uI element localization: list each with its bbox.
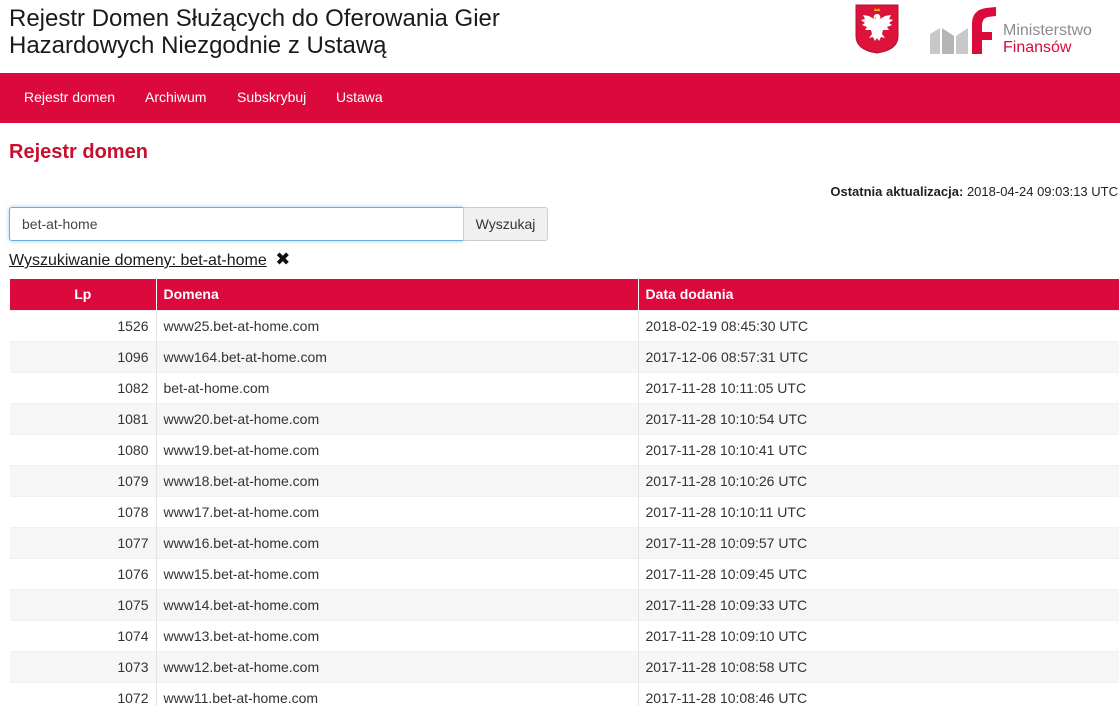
cell-date: 2017-11-28 10:11:05 UTC: [637, 371, 1119, 403]
cell-domain: www15.bet-at-home.com: [155, 557, 638, 589]
nav-item-rejestr-domen[interactable]: Rejestr domen: [24, 89, 115, 105]
cell-lp: 1077: [10, 526, 156, 558]
cell-domain: www16.bet-at-home.com: [155, 526, 638, 558]
ministry-logo: Ministerstwo Finansów: [928, 6, 1108, 56]
cell-domain: www20.bet-at-home.com: [155, 402, 638, 434]
table-row: 1076 www15.bet-at-home.com 2017-11-28 10:0…: [10, 557, 1119, 589]
cell-date: 2018-02-19 08:45:30 UTC: [637, 309, 1119, 341]
cell-date: 2017-11-28 10:09:33 UTC: [637, 588, 1119, 620]
cell-date: 2017-11-28 10:09:57 UTC: [637, 526, 1119, 558]
cell-domain: www25.bet-at-home.com: [155, 309, 638, 341]
cell-date: 2017-11-28 10:10:41 UTC: [637, 433, 1119, 465]
ministry-name-line-1: Ministerstwo: [1003, 22, 1092, 39]
cell-date: 2017-11-28 10:10:26 UTC: [637, 464, 1119, 496]
cell-domain: www13.bet-at-home.com: [155, 619, 638, 651]
cell-date: 2017-11-28 10:10:11 UTC: [637, 495, 1119, 527]
cell-date: 2017-11-28 10:08:58 UTC: [637, 650, 1119, 682]
last-update-value: 2018-04-24 09:03:13 UTC: [966, 184, 1118, 199]
cell-lp: 1096: [10, 340, 156, 372]
table-header-row: Lp Domena Data dodania: [10, 279, 1119, 310]
table-body: 1526 www25.bet-at-home.com 2018-02-19 08:4…: [10, 309, 1119, 706]
domains-table: Lp Domena Data dodania 1526 www25.bet-at-…: [10, 279, 1119, 706]
table-row: 1081 www20.bet-at-home.com 2017-11-28 10:1…: [10, 402, 1119, 434]
mf-logo-icon: [930, 7, 996, 54]
table-row: 1526 www25.bet-at-home.com 2018-02-19 08:4…: [10, 309, 1119, 341]
site-header: Rejestr Domen Służących do Oferowania Gi…: [0, 0, 1120, 73]
cell-lp: 1082: [10, 371, 156, 403]
column-header-date[interactable]: Data dodania: [637, 279, 1119, 310]
cell-domain: bet-at-home.com: [155, 371, 638, 403]
search-button[interactable]: Wyszukaj: [463, 207, 548, 241]
cell-domain: www18.bet-at-home.com: [155, 464, 638, 496]
table-row: 1073 www12.bet-at-home.com 2017-11-28 10:0…: [10, 650, 1119, 682]
cell-domain: www17.bet-at-home.com: [155, 495, 638, 527]
main-navbar: Rejestr domen Archiwum Subskrybuj Ustawa: [0, 73, 1120, 123]
close-icon[interactable]: ✖: [275, 249, 290, 270]
cell-domain: www11.bet-at-home.com: [155, 681, 638, 706]
table-row: 1072 www11.bet-at-home.com 2017-11-28 10:0…: [10, 681, 1119, 706]
site-title-line-1: Rejestr Domen Służących do Oferowania Gi…: [9, 5, 500, 32]
cell-date: 2017-11-28 10:09:10 UTC: [637, 619, 1119, 651]
cell-domain: www19.bet-at-home.com: [155, 433, 638, 465]
cell-domain: www12.bet-at-home.com: [155, 650, 638, 682]
cell-lp: 1079: [10, 464, 156, 496]
site-title-line-2: Hazardowych Niezgodnie z Ustawą: [9, 32, 387, 59]
polish-eagle-emblem-icon: [855, 4, 899, 54]
table-row: 1080 www19.bet-at-home.com 2017-11-28 10:1…: [10, 433, 1119, 465]
cell-date: 2017-11-28 10:08:46 UTC: [637, 681, 1119, 706]
cell-date: 2017-12-06 08:57:31 UTC: [637, 340, 1119, 372]
cell-lp: 1081: [10, 402, 156, 434]
table-row: 1078 www17.bet-at-home.com 2017-11-28 10:1…: [10, 495, 1119, 527]
site-title: Rejestr Domen Służących do Oferowania Gi…: [9, 5, 500, 59]
cell-lp: 1074: [10, 619, 156, 651]
cell-lp: 1072: [10, 681, 156, 706]
cell-lp: 1078: [10, 495, 156, 527]
nav-item-ustawa[interactable]: Ustawa: [336, 89, 383, 105]
cell-lp: 1073: [10, 650, 156, 682]
table-row: 1075 www14.bet-at-home.com 2017-11-28 10:0…: [10, 588, 1119, 620]
search-input[interactable]: [9, 207, 464, 241]
column-header-domain[interactable]: Domena: [155, 279, 638, 310]
search-filter-label[interactable]: Wyszukiwanie domeny: bet-at-home: [9, 252, 267, 269]
cell-domain: www14.bet-at-home.com: [155, 588, 638, 620]
table-row: 1096 www164.bet-at-home.com 2017-12-06 08:…: [10, 340, 1119, 372]
table-row: 1077 www16.bet-at-home.com 2017-11-28 10:0…: [10, 526, 1119, 558]
last-update-label: Ostatnia aktualizacja:: [830, 184, 964, 199]
nav-item-subskrybuj[interactable]: Subskrybuj: [237, 89, 306, 105]
table-row: 1082 bet-at-home.com 2017-11-28 10:11:05 U…: [10, 371, 1119, 403]
last-update: Ostatnia aktualizacja: 2018-04-24 09:03:…: [830, 184, 1118, 199]
ministry-name: Ministerstwo Finansów: [1003, 22, 1092, 56]
cell-date: 2017-11-28 10:10:54 UTC: [637, 402, 1119, 434]
cell-lp: 1076: [10, 557, 156, 589]
ministry-name-line-2: Finansów: [1003, 39, 1072, 56]
active-search-filter: Wyszukiwanie domeny: bet-at-home ✖: [9, 249, 290, 270]
column-header-lp[interactable]: Lp: [10, 279, 156, 310]
page-title: Rejestr domen: [9, 141, 148, 163]
cell-domain: www164.bet-at-home.com: [155, 340, 638, 372]
nav-item-archiwum[interactable]: Archiwum: [145, 89, 206, 105]
cell-lp: 1080: [10, 433, 156, 465]
cell-lp: 1075: [10, 588, 156, 620]
table-row: 1079 www18.bet-at-home.com 2017-11-28 10:1…: [10, 464, 1119, 496]
cell-lp: 1526: [10, 309, 156, 341]
cell-date: 2017-11-28 10:09:45 UTC: [637, 557, 1119, 589]
table-row: 1074 www13.bet-at-home.com 2017-11-28 10:0…: [10, 619, 1119, 651]
